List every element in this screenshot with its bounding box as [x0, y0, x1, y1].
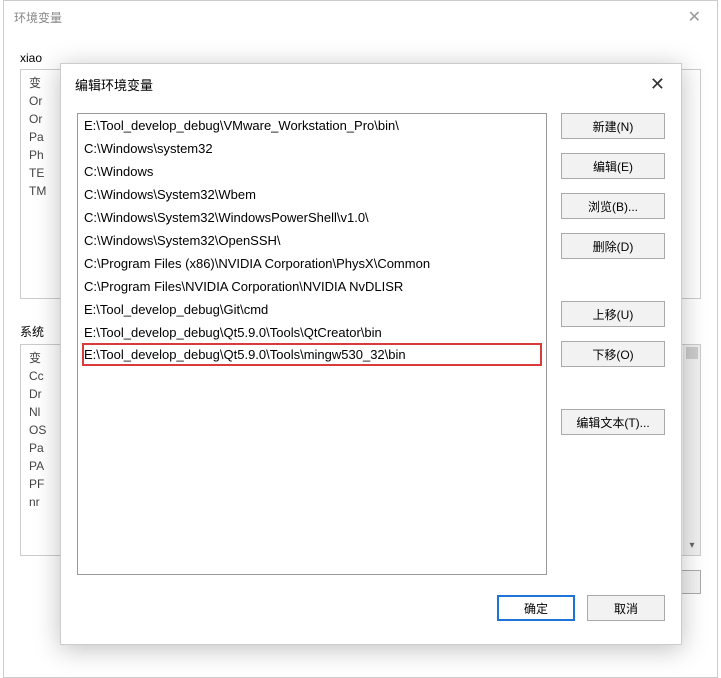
outer-title-bar: 环境变量 ✕ [4, 1, 717, 33]
new-button[interactable]: 新建(N) [561, 113, 665, 139]
close-icon[interactable]: ✕ [646, 74, 669, 95]
scrollbar[interactable]: ▴ ▾ [683, 345, 700, 555]
close-icon[interactable]: ✕ [682, 7, 707, 27]
path-row[interactable]: C:\Windows\System32\WindowsPowerShell\v1… [78, 206, 546, 229]
inner-title-bar: 编辑环境变量 ✕ [61, 64, 681, 105]
path-list[interactable]: E:\Tool_develop_debug\VMware_Workstation… [77, 113, 547, 575]
inner-body: E:\Tool_develop_debug\VMware_Workstation… [61, 105, 681, 591]
path-row[interactable]: E:\Tool_develop_debug\Qt5.9.0\Tools\ming… [82, 343, 542, 366]
path-row[interactable]: E:\Tool_develop_debug\Git\cmd [78, 298, 546, 321]
scroll-thumb[interactable] [686, 347, 698, 359]
path-row[interactable]: C:\Windows\system32 [78, 137, 546, 160]
edit-button[interactable]: 编辑(E) [561, 153, 665, 179]
cancel-button[interactable]: 取消 [587, 595, 665, 621]
scroll-down-icon[interactable]: ▾ [684, 537, 700, 555]
path-row[interactable]: E:\Tool_develop_debug\VMware_Workstation… [78, 114, 546, 137]
path-row[interactable]: C:\Windows\System32\Wbem [78, 183, 546, 206]
path-row[interactable]: C:\Program Files (x86)\NVIDIA Corporatio… [78, 252, 546, 275]
inner-title: 编辑环境变量 [75, 75, 153, 94]
path-row[interactable]: C:\Windows [78, 160, 546, 183]
move-down-button[interactable]: 下移(O) [561, 341, 665, 367]
path-row[interactable]: E:\Tool_develop_debug\Qt5.9.0\Tools\QtCr… [78, 321, 546, 344]
edit-env-var-dialog: 编辑环境变量 ✕ E:\Tool_develop_debug\VMware_Wo… [60, 63, 682, 645]
path-row[interactable]: C:\Program Files\NVIDIA Corporation\NVID… [78, 275, 546, 298]
browse-button[interactable]: 浏览(B)... [561, 193, 665, 219]
path-row[interactable]: C:\Windows\System32\OpenSSH\ [78, 229, 546, 252]
delete-button[interactable]: 删除(D) [561, 233, 665, 259]
dialog-button-row: 确定 取消 [61, 591, 681, 637]
side-buttons: 新建(N) 编辑(E) 浏览(B)... 删除(D) 上移(U) 下移(O) 编… [561, 113, 665, 575]
edit-text-button[interactable]: 编辑文本(T)... [561, 409, 665, 435]
move-up-button[interactable]: 上移(U) [561, 301, 665, 327]
outer-title: 环境变量 [14, 9, 62, 26]
ok-button[interactable]: 确定 [497, 595, 575, 621]
